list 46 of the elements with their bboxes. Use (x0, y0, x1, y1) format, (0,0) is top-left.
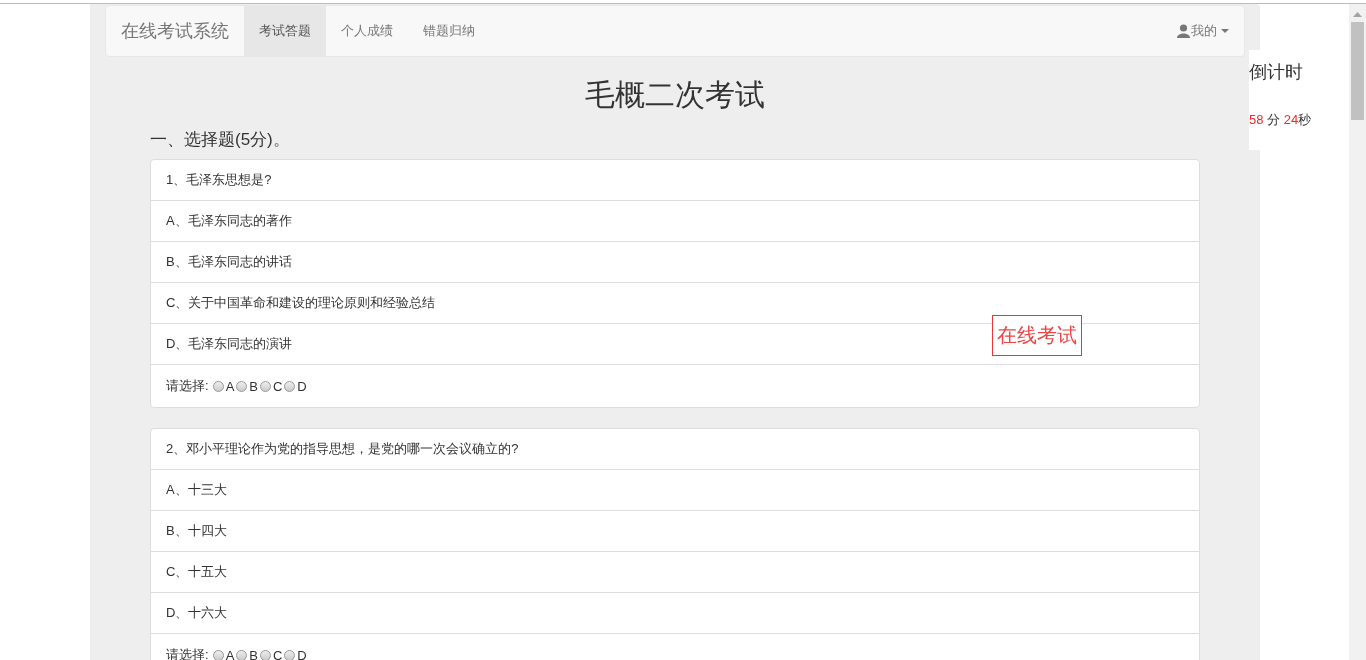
watermark-stamp: 在线考试 (992, 315, 1082, 356)
radio-label: C (272, 647, 283, 660)
radio-button[interactable] (259, 380, 271, 392)
radio-button[interactable] (259, 649, 271, 660)
scroll-up-icon[interactable] (1353, 12, 1362, 17)
seconds-unit: 秒 (1298, 112, 1312, 127)
user-menu[interactable]: 我的 (1162, 6, 1244, 56)
scrollbar[interactable] (1349, 4, 1366, 660)
minutes-value: 58 (1249, 112, 1264, 127)
question-text: 2、邓小平理论作为党的指导思想，是党的哪一次会议确立的? (166, 440, 519, 458)
choose-label: 请选择: (166, 646, 209, 660)
countdown-title: 倒计时 (1249, 61, 1304, 84)
option-text: A、十三大 (166, 481, 227, 499)
scroll-thumb[interactable] (1351, 22, 1364, 120)
radio-label: D (297, 378, 307, 394)
radio-label: B (249, 647, 258, 660)
radio-button[interactable] (284, 380, 296, 392)
choose-label: 请选择: (166, 377, 209, 395)
radio-button[interactable] (212, 380, 224, 392)
question-text: 1、毛泽东思想是? (166, 171, 272, 189)
radio-button[interactable] (284, 649, 296, 660)
radio-button[interactable] (236, 380, 248, 392)
caret-icon (1221, 29, 1229, 33)
option-text: C、十五大 (166, 563, 228, 581)
radio-label: C (272, 378, 283, 394)
exam-title: 毛概二次考试 (584, 77, 766, 113)
nav-tab[interactable]: 考试答题 (244, 6, 326, 56)
radio-button[interactable] (212, 649, 224, 660)
option-text: D、毛泽东同志的演讲 (166, 335, 293, 353)
option-text: D、十六大 (166, 604, 228, 622)
radio-label: D (297, 647, 307, 660)
radio-button[interactable] (236, 649, 248, 660)
nav-tab[interactable]: 错题归纳 (408, 6, 490, 56)
minutes-unit: 分 (1267, 112, 1281, 127)
user-icon (1177, 24, 1190, 38)
option-text: C、关于中国革命和建设的理论原则和经验总结 (166, 294, 436, 312)
seconds-value: 24 (1283, 112, 1299, 127)
radio-label: A (225, 378, 235, 394)
section-title: 一、选择题(5分)。 (150, 129, 291, 151)
nav-tab[interactable]: 个人成绩 (326, 6, 408, 56)
option-text: B、十四大 (166, 522, 227, 540)
brand-link[interactable]: 在线考试系统 (106, 6, 244, 56)
radio-label: B (249, 378, 258, 394)
option-text: B、毛泽东同志的讲话 (166, 253, 292, 271)
radio-label: A (225, 647, 235, 660)
option-text: A、毛泽东同志的著作 (166, 212, 292, 230)
